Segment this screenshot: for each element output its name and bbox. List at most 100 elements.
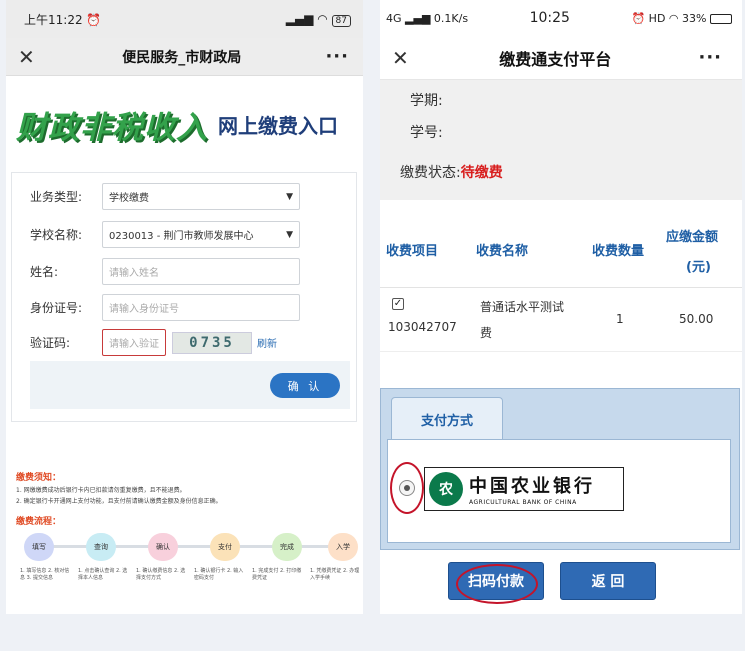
term-label: 学期:: [410, 93, 443, 109]
flow-descriptions: 1. 填写信息 2. 核对信息 3. 提交信息 1. 点击确认查询 2. 选择本…: [20, 568, 360, 582]
captcha-row: 验证码: 请输入验证 0735 刷新: [12, 329, 277, 356]
payment-form: 业务类型: 学校缴费 ▼ 学校名称: 0230013 - 荆门市教师发展中心 ▼…: [11, 172, 357, 422]
bank-name-cn: 中国农业银行: [469, 476, 595, 497]
payment-method-panel: 支付方式 农 中国农业银行 AGRICULTURAL BANK OF CHINA: [380, 388, 740, 550]
notice-line: 1. 网缴缴费成功后银行卡内已扣款请勿重复缴费，且不能退费。: [16, 487, 186, 494]
screenshot-composite: 上午11:22 ⏰ ▂▄▆ ◠ 87 ✕ 便民服务_市财政局 ··· 财政非税收…: [0, 0, 745, 651]
status-bar: 上午11:22 ⏰ ▂▄▆ ◠ 87: [6, 0, 363, 38]
student-no-label: 学号:: [410, 125, 443, 141]
status-row: 缴费状态:待缴费: [400, 162, 503, 182]
tab-payment-method[interactable]: 支付方式: [391, 397, 503, 441]
id-row: 身份证号: 请输入身份证号: [12, 294, 300, 321]
payment-flow: 填写 查询 确认 支付 完成 入学: [14, 530, 359, 564]
signal-icon: ▂▄▆: [405, 11, 431, 25]
row-amount: 50.00: [679, 312, 714, 326]
student-info: 学期: 学号: 缴费状态:待缴费: [380, 80, 742, 200]
flow-title: 缴费流程：: [16, 517, 62, 527]
hd-badge: HD: [648, 11, 666, 25]
captcha-image[interactable]: 0735: [172, 331, 252, 354]
status-icons: ▂▄▆ ◠ 87: [286, 12, 351, 27]
payment-options: 农 中国农业银行 AGRICULTURAL BANK OF CHINA: [387, 439, 731, 543]
row-qty: 1: [616, 312, 624, 326]
name-input[interactable]: 请输入姓名: [102, 258, 300, 285]
abc-emblem-icon: 农: [429, 472, 463, 506]
chevron-down-icon: ▼: [286, 191, 293, 202]
flow-step: 完成: [272, 533, 302, 561]
wifi-icon: ◠: [668, 11, 679, 25]
row-code: 103042707: [388, 320, 457, 334]
network-speed: 0.1K/s: [433, 11, 469, 25]
id-number-input[interactable]: 请输入身份证号: [102, 294, 300, 321]
status-network: 4G ▂▄▆ 0.1K/s: [386, 12, 468, 25]
col-qty: 收费数量: [592, 244, 645, 259]
notice-line: 2. 确定银行卡开通网上支付功能，且支付前请确认缴费金额及身份信息正确。: [16, 498, 222, 505]
flow-step: 确认: [148, 533, 178, 561]
nav-bar: ✕ 便民服务_市财政局 ···: [6, 38, 363, 76]
page-title: 便民服务_市财政局: [122, 49, 242, 66]
more-menu-icon[interactable]: ···: [698, 47, 722, 68]
more-menu-icon[interactable]: ···: [325, 46, 349, 67]
school-label: 学校名称:: [30, 228, 83, 242]
battery-icon: 87: [331, 14, 351, 27]
school-row: 学校名称: 0230013 - 荆门市教师发展中心 ▼: [12, 221, 300, 248]
flow-step: 填写: [24, 533, 54, 561]
close-icon[interactable]: ✕: [392, 46, 412, 70]
status-value: 待缴费: [460, 165, 503, 181]
highlight-oval: [456, 564, 538, 604]
confirm-area: 确 认: [30, 361, 350, 409]
confirm-button[interactable]: 确 认: [270, 373, 340, 398]
col-item: 收费项目: [386, 244, 439, 259]
payment-notice: 缴费须知： 1. 网缴缴费成功后银行卡内已扣款请勿重复缴费，且不能退费。 2. …: [16, 470, 361, 505]
business-type-row: 业务类型: 学校缴费 ▼: [12, 183, 300, 210]
fee-table: 收费项目 收费名称 收费数量 应缴金额 (元) ✓ 103042707 普通话水…: [380, 208, 742, 352]
flow-step: 支付: [210, 533, 240, 561]
refresh-link[interactable]: 刷新: [257, 335, 277, 350]
status-bar: 4G ▂▄▆ 0.1K/s 10:25 ⏰ HD ◠ 33%: [380, 0, 742, 36]
network-type: 4G: [386, 11, 402, 25]
flow-desc: 1. 凭缴费凭证 2. 办理入学手续: [310, 568, 360, 581]
chevron-down-icon: ▼: [286, 229, 293, 240]
table-row: ✓ 103042707 普通话水平测试 费 1 50.00: [380, 288, 742, 352]
school-value: 0230013 - 荆门市教师发展中心: [109, 231, 254, 242]
status-time: 10:25: [529, 10, 570, 26]
notice-title: 缴费须知：: [16, 473, 62, 483]
battery-icon: [709, 13, 732, 24]
captcha-label: 验证码:: [30, 336, 71, 350]
flow-desc: 1. 点击确认查询 2. 选择本人信息: [78, 568, 128, 581]
flow-desc: 1. 填写信息 2. 核对信息 3. 提交信息: [20, 568, 70, 581]
col-amount: 应缴金额: [666, 230, 719, 245]
status-label: 缴费状态:: [400, 165, 461, 181]
alarm-icon: ⏰: [86, 12, 102, 27]
name-row: 姓名: 请输入姓名: [12, 258, 300, 285]
banner-title: 财政非税收入: [16, 109, 208, 146]
banner: 财政非税收入 网上缴费入口: [6, 76, 363, 172]
signal-icon: ▂▄▆: [285, 11, 314, 26]
back-button[interactable]: 返 回: [560, 562, 656, 600]
flow-desc: 1. 确认银行卡 2. 输入密码支付: [194, 568, 244, 581]
status-icons: ⏰ HD ◠ 33%: [631, 12, 732, 25]
close-icon[interactable]: ✕: [18, 45, 38, 69]
nav-bar: ✕ 缴费通支付平台 ···: [380, 36, 742, 80]
action-bar: 扫码付款 返 回: [380, 550, 742, 614]
row-checkbox[interactable]: ✓: [392, 298, 404, 310]
business-type-label: 业务类型:: [30, 190, 83, 204]
business-type-select[interactable]: 学校缴费 ▼: [102, 183, 300, 210]
bank-name-en: AGRICULTURAL BANK OF CHINA: [469, 499, 577, 506]
left-phone-screen: 上午11:22 ⏰ ▂▄▆ ◠ 87 ✕ 便民服务_市财政局 ··· 财政非税收…: [6, 0, 363, 614]
status-time: 上午11:22 ⏰: [24, 12, 102, 27]
name-label: 姓名:: [30, 265, 59, 279]
flow-desc: 1. 完成支付 2. 打印缴费凭证: [252, 568, 302, 581]
abc-bank-logo[interactable]: 农 中国农业银行 AGRICULTURAL BANK OF CHINA: [424, 467, 624, 511]
captcha-input[interactable]: 请输入验证: [102, 329, 166, 356]
table-header: 收费项目 收费名称 收费数量 应缴金额 (元): [380, 208, 742, 288]
flow-step: 入学: [328, 533, 358, 561]
flow-desc: 1. 确认缴费信息 2. 选择支付方式: [136, 568, 186, 581]
flow-step: 查询: [86, 533, 116, 561]
row-name: 普通话水平测试: [480, 300, 565, 314]
bank-name: 中国农业银行 AGRICULTURAL BANK OF CHINA: [469, 472, 595, 506]
school-select[interactable]: 0230013 - 荆门市教师发展中心 ▼: [102, 221, 300, 248]
col-amount-unit: (元): [686, 260, 711, 275]
page-title: 缴费通支付平台: [499, 49, 612, 69]
right-phone-screen: 4G ▂▄▆ 0.1K/s 10:25 ⏰ HD ◠ 33% ✕ 缴费通支付平台…: [380, 0, 742, 614]
highlight-oval: [390, 462, 424, 514]
